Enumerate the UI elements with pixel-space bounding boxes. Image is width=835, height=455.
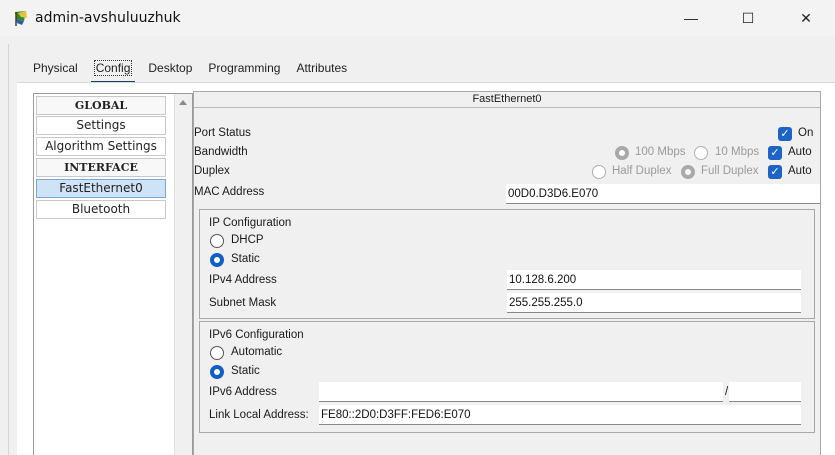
ipv4-config-group: IP Configuration DHCP Static IPv4 Addres… <box>199 209 815 319</box>
dhcp-label: DHCP <box>231 234 264 246</box>
sidebar-header-interface: INTERFACE <box>36 158 166 177</box>
bandwidth-10-label: 10 Mbps <box>715 146 760 158</box>
ipv4-static-label: Static <box>231 253 260 265</box>
link-local-field[interactable]: FE80::2D0:D3FF:FED6:E070 <box>319 405 801 425</box>
mac-address-field[interactable]: 00D0.D3D6.E070 <box>506 184 820 204</box>
ipv4-address-label: IPv4 Address <box>209 274 277 286</box>
link-local-label: Link Local Address: <box>209 409 309 421</box>
prefix-separator: / <box>725 386 729 398</box>
window-title: admin-avshuluuzhuk <box>35 10 181 26</box>
duplex-auto-checkbox[interactable]: ✓ <box>768 165 782 179</box>
title-bar: admin-avshuluuzhuk — ☐ ✕ <box>0 0 835 36</box>
window-body: Physical Config Desktop Programming Attr… <box>0 36 835 455</box>
tab-programming[interactable]: Programming <box>200 57 288 81</box>
port-status-on-label: On <box>798 127 814 139</box>
ipv6-group-title: IPv6 Configuration <box>209 329 304 341</box>
tab-desktop[interactable]: Desktop <box>140 57 200 81</box>
ipv6-static-label: Static <box>231 365 260 377</box>
packet-tracer-app-icon <box>15 11 27 26</box>
ipv6-static-radio[interactable] <box>210 365 224 379</box>
subnet-mask-field[interactable]: 255.255.255.0 <box>507 293 801 313</box>
duplex-label: Duplex <box>194 165 230 177</box>
sidebar-item-bluetooth[interactable]: Bluetooth <box>36 200 166 219</box>
duplex-auto-label: Auto <box>788 165 812 177</box>
mac-address-label: MAC Address <box>194 186 265 198</box>
interface-config-area: FastEthernet0 Port Status ✓ On Bandwidth… <box>193 91 821 455</box>
half-duplex-radio[interactable] <box>592 165 606 179</box>
sidebar-header-global: GLOBAL <box>36 96 166 115</box>
interface-title: FastEthernet0 <box>194 92 820 108</box>
ipv6-address-field[interactable] <box>319 382 723 402</box>
ipv4-address-field[interactable]: 10.128.6.200 <box>507 270 801 290</box>
dhcp-radio[interactable] <box>210 234 224 248</box>
ipv6-automatic-radio[interactable] <box>210 346 224 360</box>
ipv6-prefix-field[interactable] <box>729 382 801 402</box>
tab-physical[interactable]: Physical <box>25 57 86 81</box>
tab-config[interactable]: Config <box>86 57 141 84</box>
close-icon: ✕ <box>800 9 812 26</box>
ipv6-config-group: IPv6 Configuration Automatic Static IPv6… <box>199 321 815 433</box>
window-frame: Physical Config Desktop Programming Attr… <box>8 44 835 455</box>
bandwidth-100-radio[interactable] <box>615 146 629 160</box>
port-status-checkbox[interactable]: ✓ <box>778 127 792 141</box>
tab-attributes[interactable]: Attributes <box>288 57 355 81</box>
minimize-icon: — <box>684 10 698 26</box>
full-duplex-radio[interactable] <box>681 165 695 179</box>
scroll-up-arrow-icon[interactable] <box>179 100 187 105</box>
close-button[interactable]: ✕ <box>778 0 834 36</box>
half-duplex-label: Half Duplex <box>612 165 672 177</box>
bandwidth-auto-label: Auto <box>788 146 812 158</box>
sidebar-item-algorithm-settings[interactable]: Algorithm Settings <box>36 137 166 156</box>
bandwidth-label: Bandwidth <box>194 146 248 158</box>
sidebar-scrollbar[interactable] <box>174 94 192 455</box>
bandwidth-10-radio[interactable] <box>694 146 708 160</box>
sidebar-list: GLOBAL Settings Algorithm Settings INTER… <box>33 93 193 455</box>
ipv4-group-title: IP Configuration <box>209 217 292 229</box>
bandwidth-auto-checkbox[interactable]: ✓ <box>768 146 782 160</box>
tab-bar: Physical Config Desktop Programming Attr… <box>25 57 355 84</box>
bandwidth-100-label: 100 Mbps <box>635 146 686 158</box>
sidebar-item-fastethernet0[interactable]: FastEthernet0 <box>36 179 166 198</box>
ipv6-automatic-label: Automatic <box>231 346 283 358</box>
maximize-button[interactable]: ☐ <box>720 0 776 36</box>
config-panel: GLOBAL Settings Algorithm Settings INTER… <box>17 82 835 455</box>
ipv6-address-label: IPv6 Address <box>209 386 277 398</box>
subnet-mask-label: Subnet Mask <box>209 297 277 309</box>
ipv4-static-radio[interactable] <box>210 253 224 267</box>
maximize-icon: ☐ <box>741 9 755 26</box>
full-duplex-label: Full Duplex <box>701 165 759 177</box>
minimize-button[interactable]: — <box>663 0 719 36</box>
port-status-label: Port Status <box>194 127 251 139</box>
sidebar-item-settings[interactable]: Settings <box>36 116 166 135</box>
